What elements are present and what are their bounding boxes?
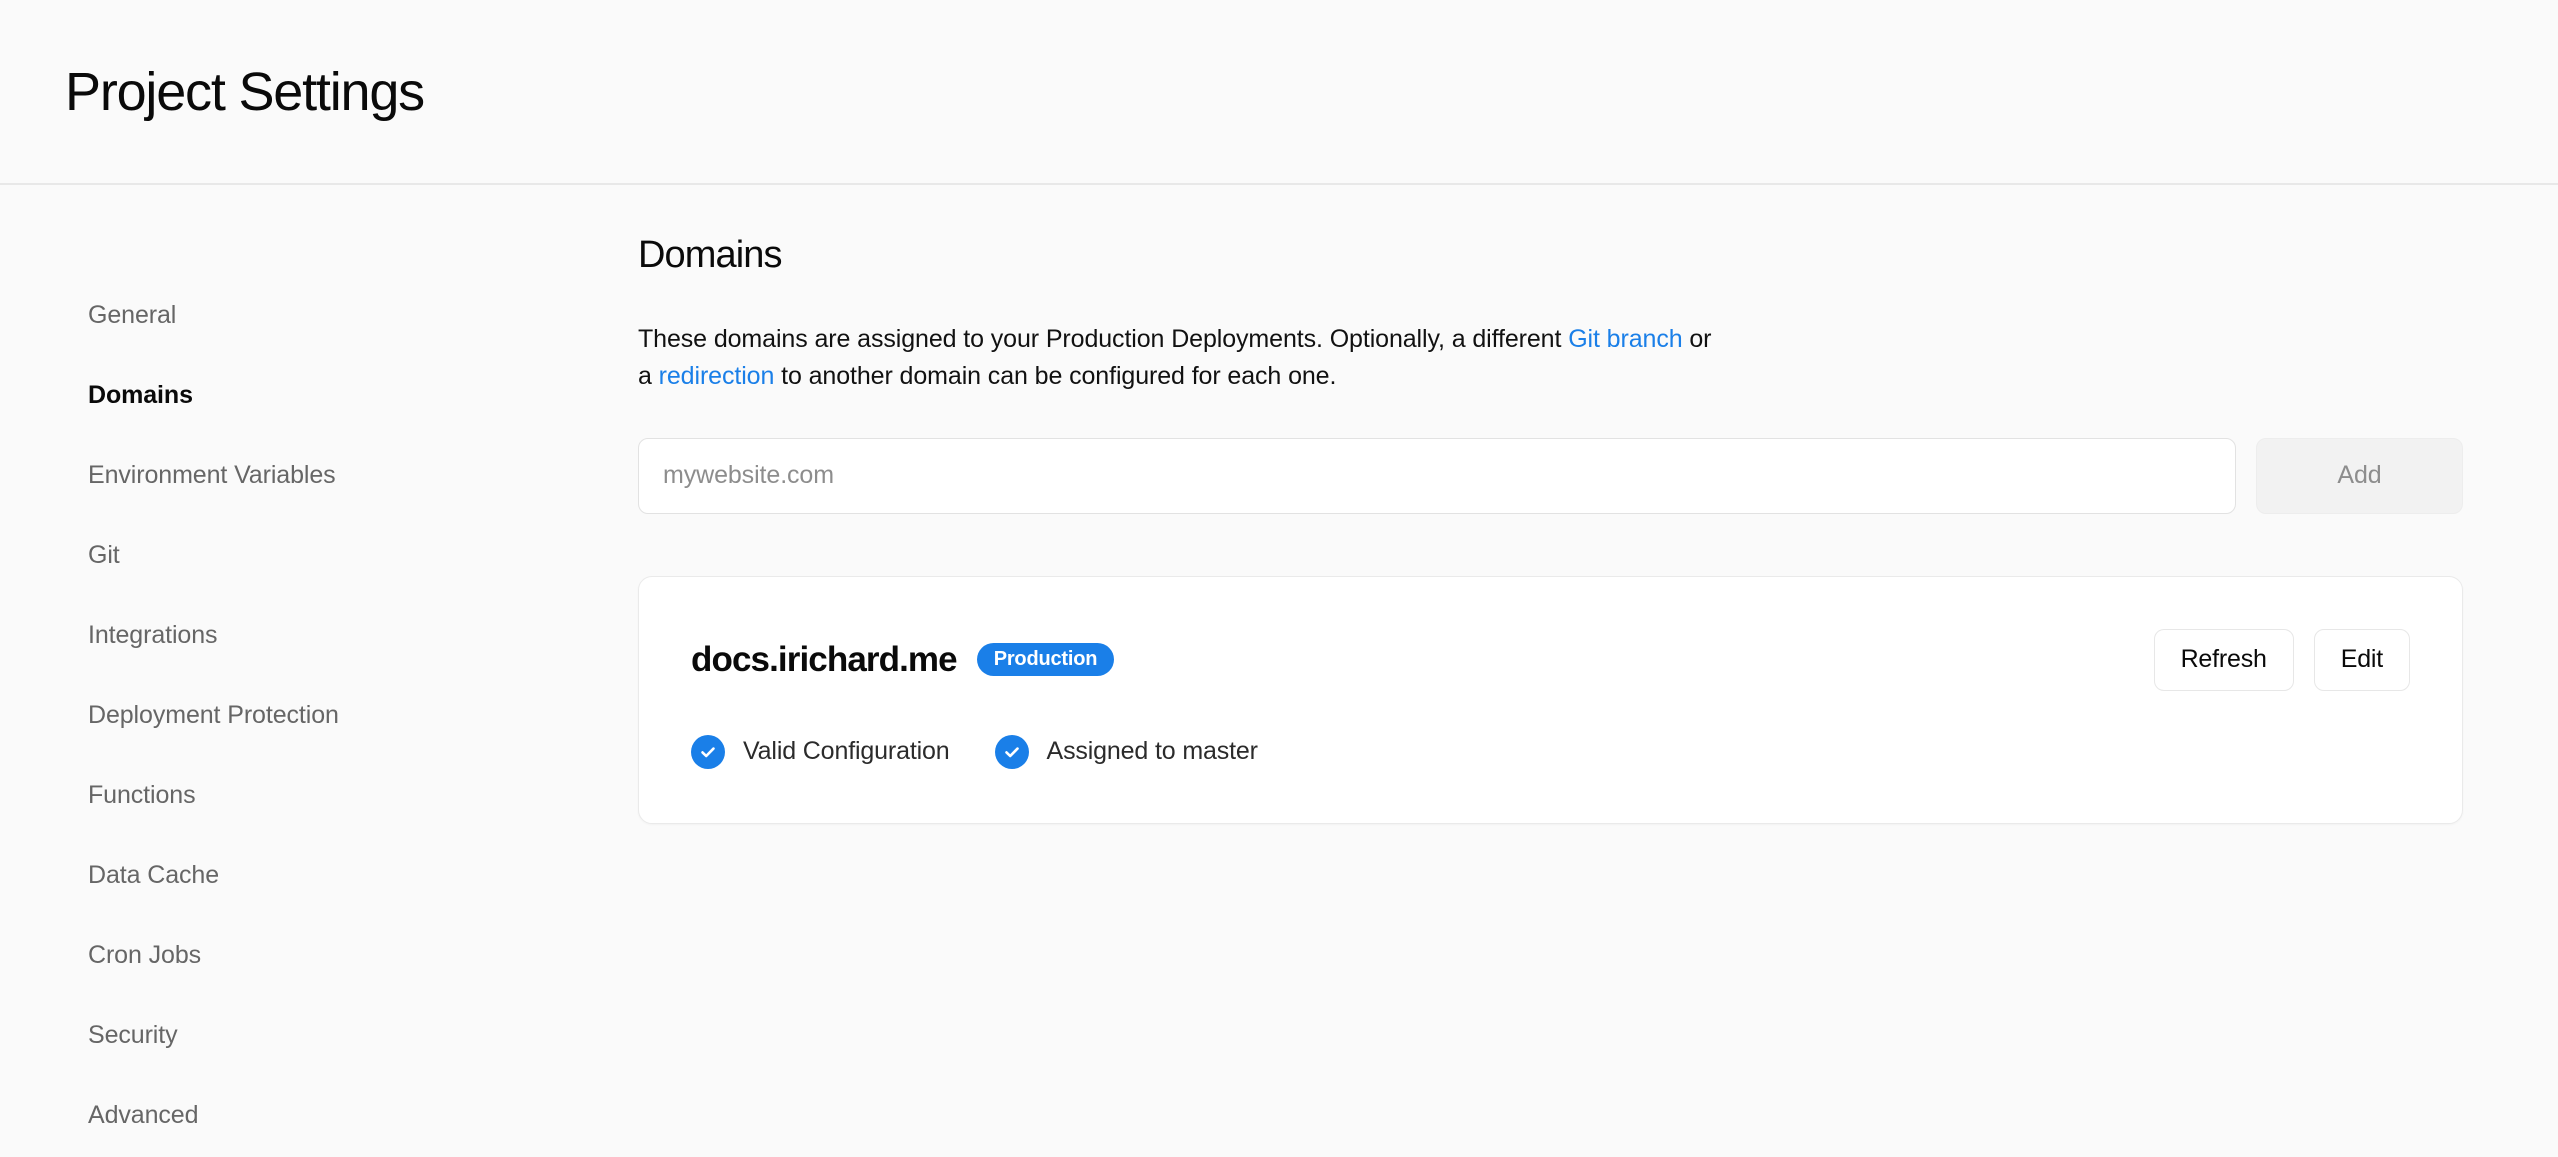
- status-item-assigned-to-master: Assigned to master: [994, 734, 1258, 769]
- sidebar-item-label: Deployment Protection: [88, 700, 339, 729]
- page-header: Project Settings: [0, 0, 2558, 185]
- git-branch-link[interactable]: Git branch: [1568, 325, 1682, 353]
- status-badge: Production: [976, 643, 1115, 677]
- domain-identity: docs.irichard.me Production: [691, 639, 1115, 680]
- check-circle-icon: [691, 734, 725, 769]
- domain-card-header: docs.irichard.me Production Refresh Edit: [691, 628, 2410, 691]
- domain-name: docs.irichard.me: [691, 639, 958, 679]
- sidebar-item-integrations[interactable]: Integrations: [88, 595, 638, 675]
- settings-main-content: Domains These domains are assigned to yo…: [638, 234, 2558, 1155]
- sidebar-item-environment-variables[interactable]: Environment Variables: [88, 435, 638, 515]
- sidebar-item-label: Environment Variables: [88, 460, 336, 489]
- sidebar-item-label: Domains: [88, 380, 193, 409]
- sidebar-item-label: Advanced: [88, 1100, 199, 1129]
- status-label: Valid Configuration: [743, 737, 950, 766]
- redirection-link[interactable]: redirection: [659, 362, 775, 390]
- settings-sidebar: General Domains Environment Variables Gi…: [0, 235, 638, 1155]
- status-label: Assigned to master: [1046, 737, 1258, 766]
- sidebar-item-functions[interactable]: Functions: [88, 755, 638, 835]
- sidebar-item-label: Git: [88, 540, 120, 569]
- section-title: Domains: [638, 234, 783, 276]
- section-description: These domains are assigned to your Produ…: [638, 321, 1728, 396]
- status-item-valid-configuration: Valid Configuration: [691, 734, 950, 769]
- sidebar-item-label: Cron Jobs: [88, 940, 202, 969]
- description-text-part-3: to another domain can be configured for …: [774, 362, 1337, 391]
- domain-card-actions: Refresh Edit: [2153, 628, 2410, 691]
- sidebar-item-domains[interactable]: Domains: [88, 355, 638, 435]
- sidebar-item-deployment-protection[interactable]: Deployment Protection: [88, 675, 638, 755]
- sidebar-item-label: Security: [88, 1020, 178, 1049]
- sidebar-item-advanced[interactable]: Advanced: [88, 1075, 638, 1155]
- sidebar-item-label: Integrations: [88, 620, 218, 649]
- page-title: Project Settings: [65, 61, 425, 122]
- sidebar-item-cron-jobs[interactable]: Cron Jobs: [88, 915, 638, 995]
- add-domain-row: Add: [638, 437, 2463, 514]
- sidebar-item-git[interactable]: Git: [88, 515, 638, 595]
- domain-status-row: Valid Configuration Assigned to master: [691, 734, 2410, 769]
- sidebar-item-data-cache[interactable]: Data Cache: [88, 835, 638, 915]
- add-domain-button[interactable]: Add: [2256, 437, 2463, 514]
- edit-button[interactable]: Edit: [2313, 628, 2410, 691]
- sidebar-item-general[interactable]: General: [88, 275, 638, 355]
- check-circle-icon: [994, 734, 1029, 769]
- sidebar-item-label: Functions: [88, 780, 196, 809]
- description-text-part-1: These domains are assigned to your Produ…: [638, 324, 1569, 353]
- domain-input[interactable]: [638, 437, 2236, 514]
- domain-card: docs.irichard.me Production Refresh Edit…: [638, 575, 2463, 824]
- sidebar-item-label: General: [88, 300, 177, 329]
- refresh-button[interactable]: Refresh: [2153, 628, 2294, 691]
- sidebar-item-security[interactable]: Security: [88, 995, 638, 1075]
- sidebar-nav-list: General Domains Environment Variables Gi…: [88, 275, 638, 1155]
- sidebar-item-label: Data Cache: [88, 860, 220, 889]
- page-body: General Domains Environment Variables Gi…: [0, 185, 2558, 1155]
